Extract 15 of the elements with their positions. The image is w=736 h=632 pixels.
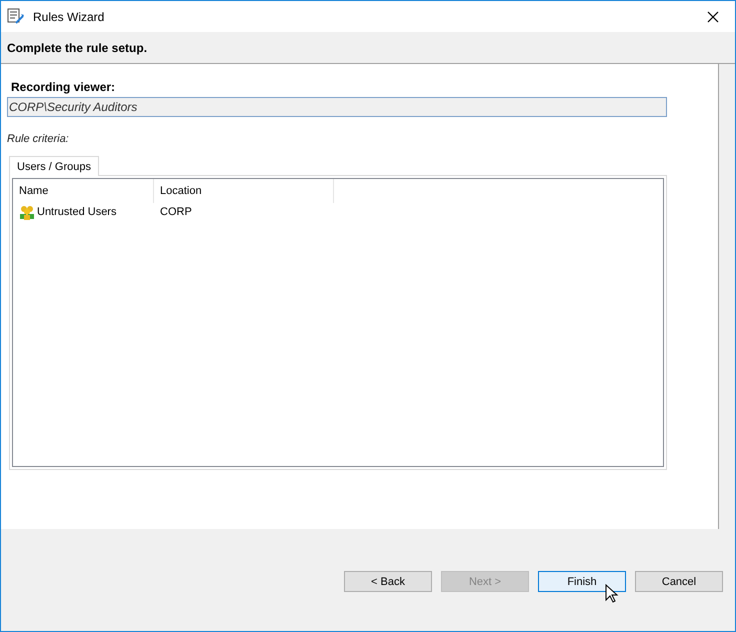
wizard-button[interactable]: < Back [344,571,432,592]
cursor-icon [605,584,619,604]
table-cell[interactable]: Untrusted Users [13,204,154,220]
column-header[interactable]: Location [154,179,334,203]
user-group-icon [19,204,35,220]
field-label: Recording viewer: [11,80,116,94]
window-title: Rules Wizard [33,10,106,24]
section-label: Rule criteria: [7,133,70,145]
wizard-icon [7,8,25,26]
column-header[interactable]: Name [13,179,154,203]
recording-viewer-field[interactable]: CORP\Security Auditors [7,97,667,117]
wizard-button[interactable]: Cancel [635,571,723,592]
close-icon [707,10,719,22]
table-cell-text: CORP [159,206,193,218]
tab[interactable]: Users / Groups [9,156,99,176]
